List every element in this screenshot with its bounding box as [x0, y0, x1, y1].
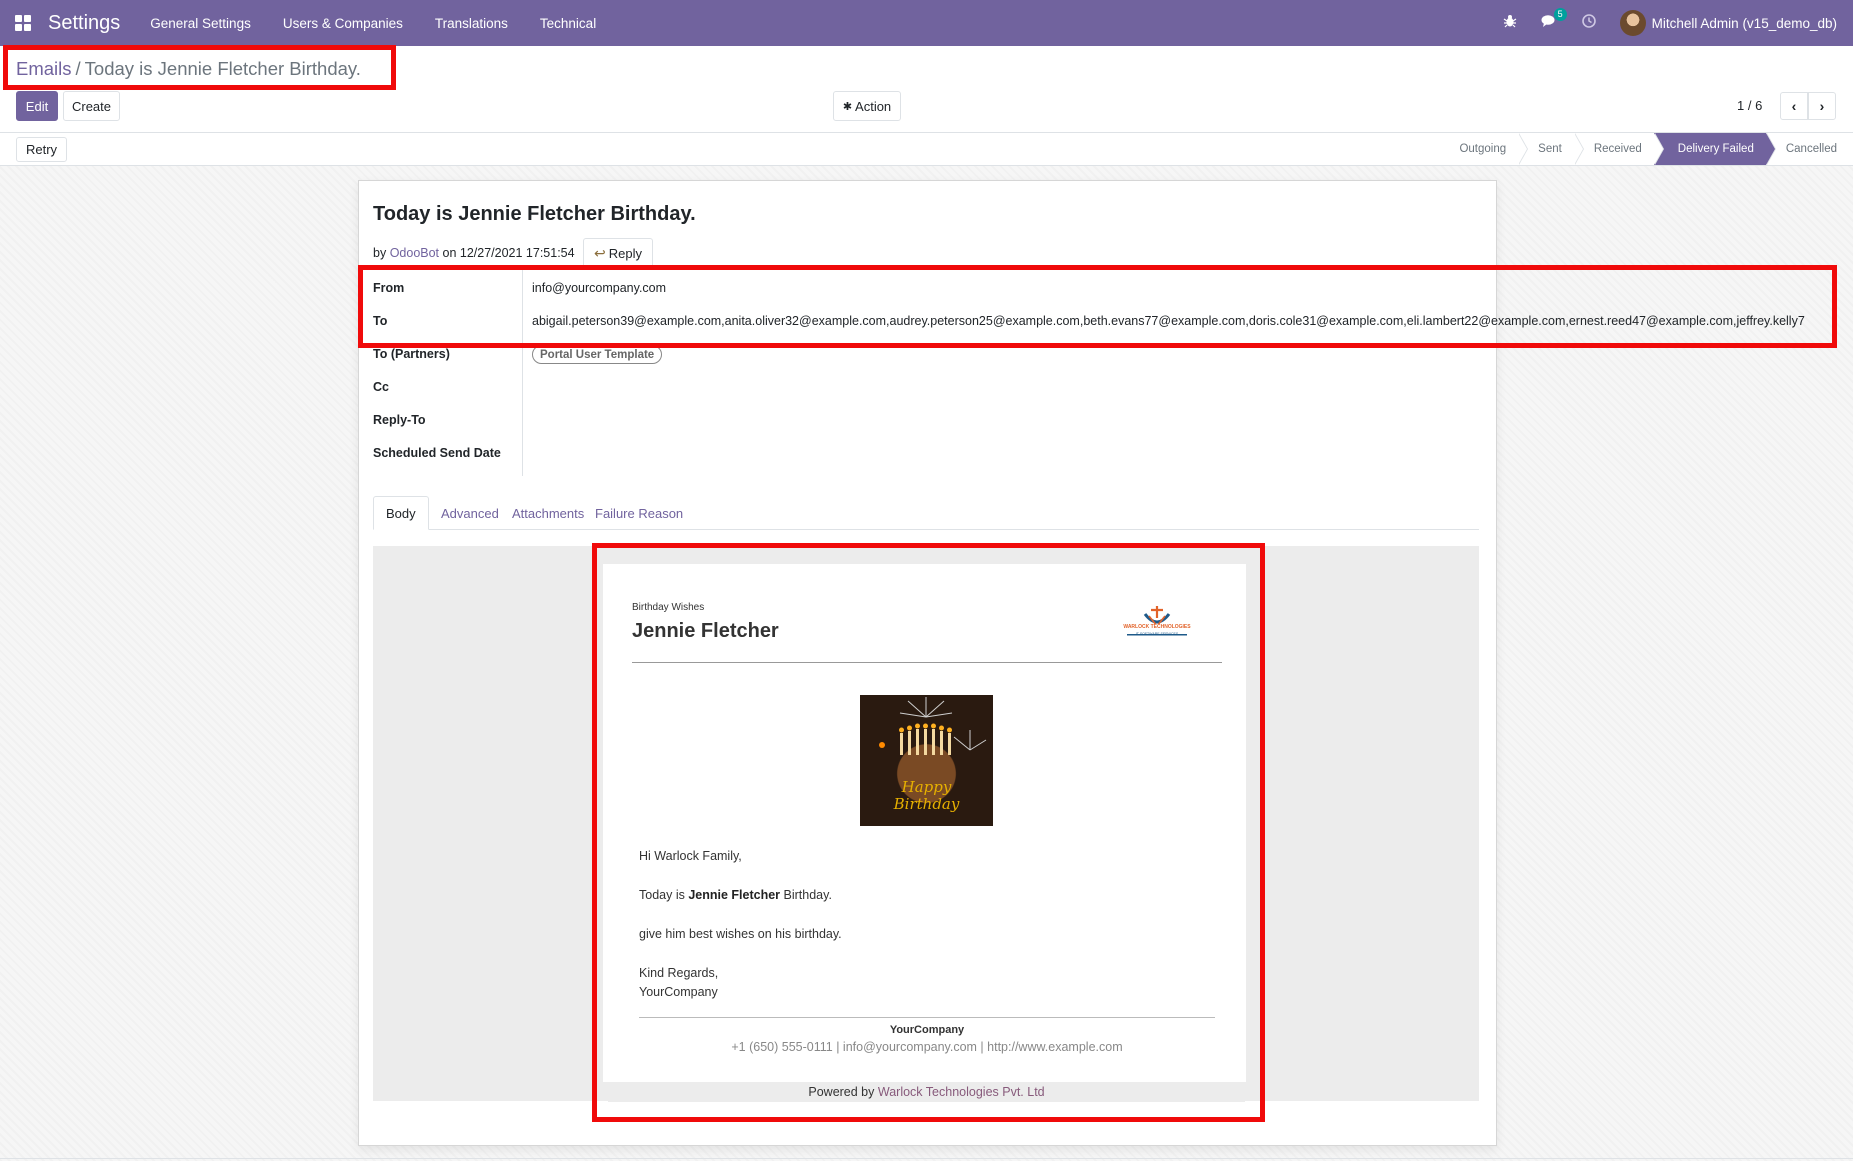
to-value: abigail.peterson39@example.com,anita.oli… [532, 314, 1805, 328]
gear-icon: ✱ [842, 100, 853, 113]
action-label: Action [855, 98, 892, 114]
header-rule [632, 662, 1222, 663]
debug-bug-icon[interactable] [1503, 14, 1517, 32]
menu-general-settings[interactable]: General Settings [150, 16, 251, 31]
from-value: info@yourcompany.com [532, 281, 667, 295]
breadcrumb-separator: / [75, 58, 81, 79]
tab-body[interactable]: Body [373, 496, 429, 530]
top-navbar: Settings General Settings Users & Compan… [0, 0, 1853, 46]
action-button[interactable]: ✱ Action [833, 91, 901, 121]
logo-subtext: IT SOFTWARE SERVICES [1135, 632, 1179, 636]
partner-tag[interactable]: Portal User Template [532, 345, 663, 364]
footer-company-name: YourCompany [889, 1024, 965, 1036]
pager-value[interactable]: 1 / 6 [1737, 98, 1762, 113]
powered-by-footer: Powered by Warlock Technologies Pvt. Ltd [608, 1082, 1245, 1102]
byline-prefix: by [373, 246, 387, 260]
fields-separator [522, 270, 523, 476]
cake-text: Happy Birthday [860, 779, 993, 813]
breadcrumb-emails[interactable]: Emails [16, 58, 72, 79]
scheduled-send-date-label: Scheduled Send Date [373, 446, 501, 460]
user-avatar[interactable] [1619, 10, 1646, 36]
status-bar: Outgoing Sent Received Delivery Failed C… [1439, 133, 1853, 165]
tab-attachments[interactable]: Attachments [500, 496, 596, 530]
messaging-icon[interactable]: 5 [1541, 8, 1567, 32]
birthday-line-suffix: Birthday. [783, 888, 832, 902]
reply-icon: ↩ [594, 244, 606, 261]
messages-badge: 5 [1553, 8, 1567, 21]
byline-date: on 12/27/2021 17:51:54 [442, 246, 575, 260]
birthday-wishes-heading: Birthday Wishes [632, 602, 705, 613]
birthday-line-prefix: Today is [639, 888, 685, 902]
footer-company-info: +1 (650) 555-0111 | info@yourcompany.com… [731, 1040, 1123, 1054]
birthday-cake-image: Happy Birthday [860, 695, 993, 826]
pager-previous-button[interactable]: ‹ [1780, 92, 1808, 120]
stage-delivery-failed[interactable]: Delivery Failed [1653, 133, 1776, 165]
menu-users-companies[interactable]: Users & Companies [283, 16, 403, 31]
menu-technical[interactable]: Technical [540, 16, 596, 31]
breadcrumb: Emails / Today is Jennie Fletcher Birthday… [16, 58, 361, 80]
cake-birthday: Birthday [893, 795, 960, 813]
reply-button[interactable]: ↩ Reply [583, 238, 653, 268]
author-link[interactable]: OdooBot [390, 246, 439, 260]
greeting-text: Hi Warlock Family, [639, 849, 742, 863]
from-label: From [373, 281, 405, 295]
chevron-right-icon: › [1819, 98, 1825, 114]
bottom-divider [0, 1158, 1853, 1159]
cake-happy: Happy [901, 778, 952, 796]
create-button[interactable]: Create [63, 91, 120, 121]
app-title[interactable]: Settings [48, 12, 120, 35]
tab-failure-reason[interactable]: Failure Reason [583, 496, 695, 530]
menu-translations[interactable]: Translations [435, 16, 508, 31]
email-subject: Today is Jennie Fletcher Birthday. [373, 203, 696, 225]
signature-text: YourCompany [639, 985, 718, 999]
powered-by-prefix: Powered by [808, 1085, 875, 1099]
logo-text: WARLOCK TECHNOLOGIES [1107, 624, 1207, 630]
to-partners-label: To (Partners) [373, 347, 450, 361]
stage-cancelled[interactable]: Cancelled [1765, 133, 1853, 165]
regards-text: Kind Regards, [639, 966, 719, 980]
edit-button[interactable]: Edit [16, 91, 58, 121]
breadcrumb-current: Today is Jennie Fletcher Birthday. [84, 58, 361, 79]
to-label: To [373, 314, 388, 328]
footer-rule [639, 1017, 1215, 1018]
notebook-tabs: Body Advanced Attachments Failure Reason [373, 496, 1479, 530]
wishes-line: give him best wishes on his birthday. [639, 927, 842, 941]
stage-received[interactable]: Received [1573, 133, 1664, 165]
powered-by-link[interactable]: Warlock Technologies Pvt. Ltd [878, 1085, 1045, 1099]
stage-outgoing[interactable]: Outgoing [1439, 133, 1528, 165]
pager-next-button[interactable]: › [1808, 92, 1836, 120]
chevron-left-icon: ‹ [1791, 98, 1797, 114]
birthday-person-name: Jennie Fletcher [632, 620, 779, 642]
cc-label: Cc [373, 380, 389, 394]
apps-menu-icon[interactable] [0, 0, 46, 46]
retry-button[interactable]: Retry [16, 137, 67, 162]
birthday-line-name: Jennie Fletcher [688, 888, 781, 902]
activity-clock-icon[interactable] [1581, 14, 1596, 32]
company-logo: WARLOCK TECHNOLOGIES IT SOFTWARE SERVICE… [1107, 604, 1207, 640]
user-menu[interactable]: Mitchell Admin (v15_demo_db) [1652, 16, 1837, 31]
reply-label: Reply [608, 245, 642, 261]
reply-to-label: Reply-To [373, 413, 426, 427]
email-byline: by OdooBot on 12/27/2021 17:51:54 [373, 246, 575, 260]
birthday-line: Today is Jennie Fletcher Birthday. [639, 888, 832, 902]
tab-advanced[interactable]: Advanced [429, 496, 511, 530]
